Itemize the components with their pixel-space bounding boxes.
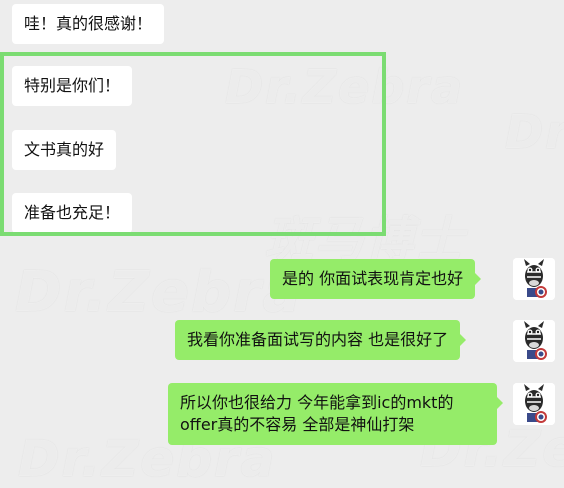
chat-conversation: Dr.Zebra 斑马博士 斑马博士 Dr.Zebra Dr.Zebra Dr.… [0,0,564,488]
avatar[interactable] [513,320,555,362]
watermark-brand: Dr.Zebra [225,60,464,114]
message-bubble-incoming[interactable]: 文书真的好 [12,130,117,170]
message-text: 所以你也很给力 今年能拿到ic的mkt的offer真的不容易 全部是神仙打架 [180,393,454,434]
message-bubble-incoming[interactable]: 准备也充足！ [12,193,133,233]
zebra-avatar-icon [513,383,555,425]
message-text: 特别是你们！ [24,76,121,95]
message-bubble-outgoing[interactable]: 我看你准备面试写的内容 也是很好了 [175,320,467,360]
message-text: 文书真的好 [24,140,105,159]
avatar[interactable] [513,383,555,425]
message-bubble-outgoing[interactable]: 是的 你面试表现肯定也好 [270,259,482,299]
message-bubble-outgoing[interactable]: 所以你也很给力 今年能拿到ic的mkt的offer真的不容易 全部是神仙打架 [168,383,503,445]
message-bubble-incoming[interactable]: 哇！真的很感谢！ [12,4,165,44]
message-bubble-incoming[interactable]: 特别是你们！ [12,66,133,106]
message-text: 我看你准备面试写的内容 也是很好了 [187,330,449,349]
watermark-brand: Dr.Zebra [15,260,303,325]
zebra-avatar-icon [513,320,555,362]
zebra-avatar-icon [513,258,555,300]
message-text: 是的 你面试表现肯定也好 [282,269,464,288]
message-text: 准备也充足！ [24,203,121,222]
message-text: 哇！真的很感谢！ [24,14,153,33]
avatar[interactable] [513,258,555,300]
watermark-brand: Dr.Zebra [505,105,564,159]
